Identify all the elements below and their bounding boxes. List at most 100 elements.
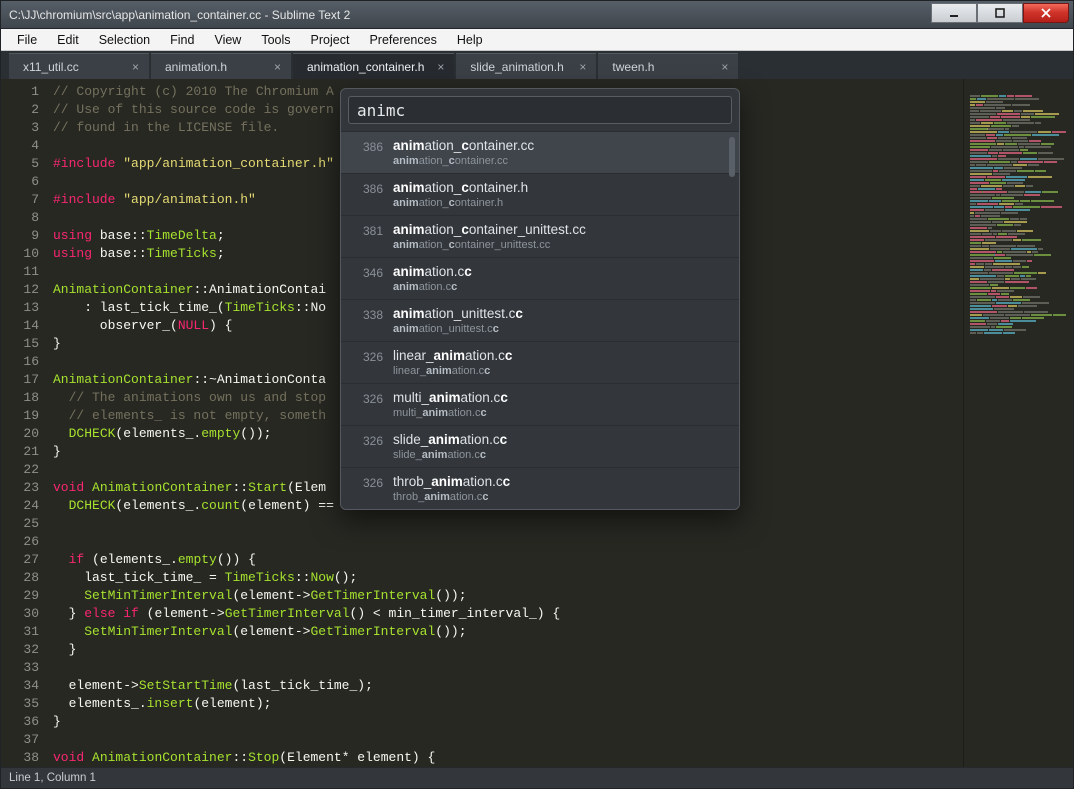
- goto-result-item[interactable]: 346animation.ccanimation.cc: [341, 257, 739, 299]
- line-number: 11: [1, 263, 39, 281]
- result-path: animation.cc: [393, 281, 729, 293]
- goto-anything-panel[interactable]: 386animation_container.ccanimation_conta…: [340, 88, 740, 510]
- line-number: 37: [1, 731, 39, 749]
- menu-item-project[interactable]: Project: [301, 31, 360, 49]
- code-line: [53, 533, 963, 551]
- line-number: 10: [1, 245, 39, 263]
- line-number: 24: [1, 497, 39, 515]
- line-number: 34: [1, 677, 39, 695]
- code-line: last_tick_time_ = TimeTicks::Now();: [53, 569, 963, 587]
- result-score: 326: [349, 390, 383, 406]
- line-number: 28: [1, 569, 39, 587]
- tab-close-icon[interactable]: ×: [721, 60, 728, 74]
- maximize-icon: [995, 8, 1005, 18]
- goto-result-item[interactable]: 326 multi_animation.cc multi_animation.cc: [341, 383, 739, 425]
- menu-item-view[interactable]: View: [204, 31, 251, 49]
- result-text: slide_animation.cc slide_animation.cc: [393, 432, 729, 461]
- menu-item-find[interactable]: Find: [160, 31, 204, 49]
- code-line: }: [53, 713, 963, 731]
- window-title: C:\JJ\chromium\src\app\animation_contain…: [9, 8, 931, 22]
- tab-slide-animation-h[interactable]: slide_animation.h×: [456, 53, 596, 79]
- line-number: 4: [1, 137, 39, 155]
- minimize-icon: [949, 8, 959, 18]
- statusbar: Line 1, Column 1: [1, 767, 1073, 788]
- goto-result-item[interactable]: 381 animation_container_unittest.ccanimat…: [341, 215, 739, 257]
- result-path: multi_animation.cc: [393, 407, 729, 419]
- result-text: animation_container.hanimation_container…: [393, 180, 729, 209]
- tab-label: animation.h: [165, 60, 227, 74]
- goto-result-item[interactable]: 326 slide_animation.cc slide_animation.cc: [341, 425, 739, 467]
- scrollbar-thumb[interactable]: [729, 137, 735, 177]
- tab-animation-container-h[interactable]: animation_container.h ×: [293, 53, 454, 79]
- tab-close-icon[interactable]: ×: [274, 60, 281, 74]
- code-line: SetMinTimerInterval(element->GetTimerInt…: [53, 587, 963, 605]
- tab-close-icon[interactable]: ×: [579, 60, 586, 74]
- goto-input[interactable]: [348, 96, 732, 124]
- maximize-button[interactable]: [977, 3, 1023, 23]
- tab-tween-h[interactable]: tween.h ×: [598, 53, 738, 79]
- code-line: [53, 731, 963, 749]
- line-number: 36: [1, 713, 39, 731]
- close-button[interactable]: [1023, 3, 1069, 23]
- tabstrip: x11_util.cc×animation.h×animation_contai…: [1, 51, 1073, 79]
- menu-item-edit[interactable]: Edit: [47, 31, 89, 49]
- result-score: 381: [349, 222, 383, 238]
- menu-item-selection[interactable]: Selection: [89, 31, 160, 49]
- tab-x11-util-cc[interactable]: x11_util.cc×: [9, 53, 149, 79]
- menubar: FileEditSelectionFindViewToolsProjectPre…: [1, 29, 1073, 51]
- line-number: 15: [1, 335, 39, 353]
- goto-result-item[interactable]: 386 animation_container.hanimation_contai…: [341, 173, 739, 215]
- code-line: SetMinTimerInterval(element->GetTimerInt…: [53, 623, 963, 641]
- line-number: 22: [1, 461, 39, 479]
- result-score: 386: [349, 138, 383, 154]
- result-text: animation_unittest.ccanimation_unittest.…: [393, 306, 729, 335]
- result-text: animation.ccanimation.cc: [393, 264, 729, 293]
- tab-label: animation_container.h: [307, 60, 424, 74]
- result-score: 326: [349, 348, 383, 364]
- result-score: 386: [349, 180, 383, 196]
- code-line: element->SetStartTime(last_tick_time_);: [53, 677, 963, 695]
- menu-item-tools[interactable]: Tools: [251, 31, 300, 49]
- result-text: throb_animation.ccthrob_animation.cc: [393, 474, 729, 503]
- menu-item-help[interactable]: Help: [447, 31, 493, 49]
- line-number: 5: [1, 155, 39, 173]
- tab-label: tween.h: [612, 60, 654, 74]
- result-title: slide_animation.cc: [393, 432, 729, 447]
- menu-item-file[interactable]: File: [7, 31, 47, 49]
- result-score: 326: [349, 432, 383, 448]
- minimize-button[interactable]: [931, 3, 977, 23]
- goto-result-item[interactable]: 386 animation_container.ccanimation_conta…: [341, 131, 739, 173]
- titlebar: C:\JJ\chromium\src\app\animation_contain…: [1, 1, 1073, 29]
- result-title: animation_container.cc: [393, 138, 729, 153]
- minimap[interactable]: [963, 79, 1073, 767]
- tab-animation-h[interactable]: animation.h ×: [151, 53, 291, 79]
- line-number: 32: [1, 641, 39, 659]
- result-path: linear_animation.cc: [393, 365, 729, 377]
- code-line: void AnimationContainer::Stop(Element* e…: [53, 749, 963, 767]
- code-line: if (elements_.empty()) {: [53, 551, 963, 569]
- line-number: 30: [1, 605, 39, 623]
- result-text: animation_container_unittest.ccanimation…: [393, 222, 729, 251]
- goto-results-list[interactable]: 386animation_container.ccanimation_conta…: [341, 131, 739, 509]
- menu-item-preferences[interactable]: Preferences: [359, 31, 446, 49]
- line-number: 9: [1, 227, 39, 245]
- result-title: animation_container_unittest.cc: [393, 222, 729, 237]
- code-line: [53, 659, 963, 677]
- goto-result-item[interactable]: 338 animation_unittest.ccanimation_unitte…: [341, 299, 739, 341]
- result-score: 338: [349, 306, 383, 322]
- tab-close-icon[interactable]: ×: [132, 60, 139, 74]
- result-title: multi_animation.cc: [393, 390, 729, 405]
- goto-result-item[interactable]: 326throb_animation.ccthrob_animation.cc: [341, 467, 739, 509]
- result-text: animation_container.ccanimation_containe…: [393, 138, 729, 167]
- minimap-content: [970, 85, 1067, 305]
- result-path: slide_animation.cc: [393, 449, 729, 461]
- line-number: 7: [1, 191, 39, 209]
- result-path: throb_animation.cc: [393, 491, 729, 503]
- result-text: multi_animation.cc multi_animation.cc: [393, 390, 729, 419]
- line-number: 27: [1, 551, 39, 569]
- goto-result-item[interactable]: 326linear_animation.cclinear_animation.c…: [341, 341, 739, 383]
- line-number: 12: [1, 281, 39, 299]
- code-line: [53, 515, 963, 533]
- tab-close-icon[interactable]: ×: [437, 60, 444, 74]
- line-number: 8: [1, 209, 39, 227]
